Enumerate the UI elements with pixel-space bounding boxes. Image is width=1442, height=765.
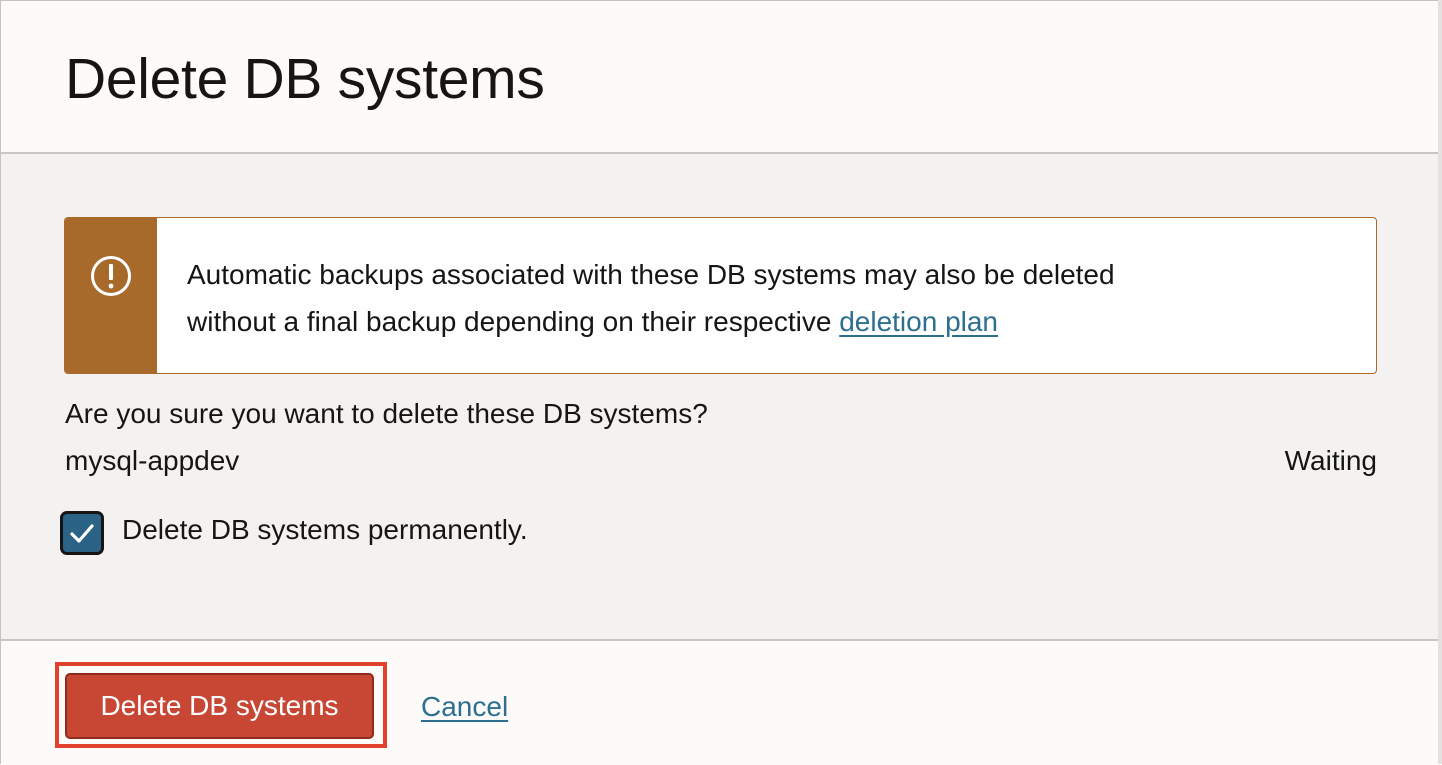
warning-text-line1: Automatic backups associated with these … — [187, 259, 1115, 290]
warning-text-line2: without a final backup depending on thei… — [187, 306, 840, 337]
dialog-body: Automatic backups associated with these … — [1, 154, 1441, 639]
dialog-title: Delete DB systems — [65, 47, 545, 111]
warning-banner: Automatic backups associated with these … — [64, 217, 1377, 374]
warning-message: Automatic backups associated with these … — [187, 251, 1337, 345]
deletion-plan-link[interactable]: deletion plan — [839, 306, 998, 337]
dialog-footer: Delete DB systems Cancel — [1, 639, 1441, 765]
delete-db-systems-dialog: Delete DB systems Automatic backups asso… — [0, 0, 1441, 765]
delete-db-systems-button[interactable]: Delete DB systems — [65, 673, 374, 739]
dialog-scroll-edge — [1438, 0, 1442, 764]
permanent-delete-checkbox[interactable] — [60, 511, 104, 555]
exclamation-circle-icon — [91, 256, 131, 296]
warning-stripe — [65, 218, 157, 373]
checkmark-icon — [70, 524, 94, 543]
permanent-delete-label[interactable]: Delete DB systems permanently. — [122, 512, 528, 548]
cancel-link[interactable]: Cancel — [421, 689, 508, 725]
db-system-status: Waiting — [1284, 445, 1377, 476]
db-system-row: mysql-appdev Waiting — [65, 443, 1377, 479]
dialog-header: Delete DB systems — [1, 1, 1441, 154]
confirmation-question: Are you sure you want to delete these DB… — [65, 398, 708, 429]
db-system-name: mysql-appdev — [65, 445, 240, 476]
